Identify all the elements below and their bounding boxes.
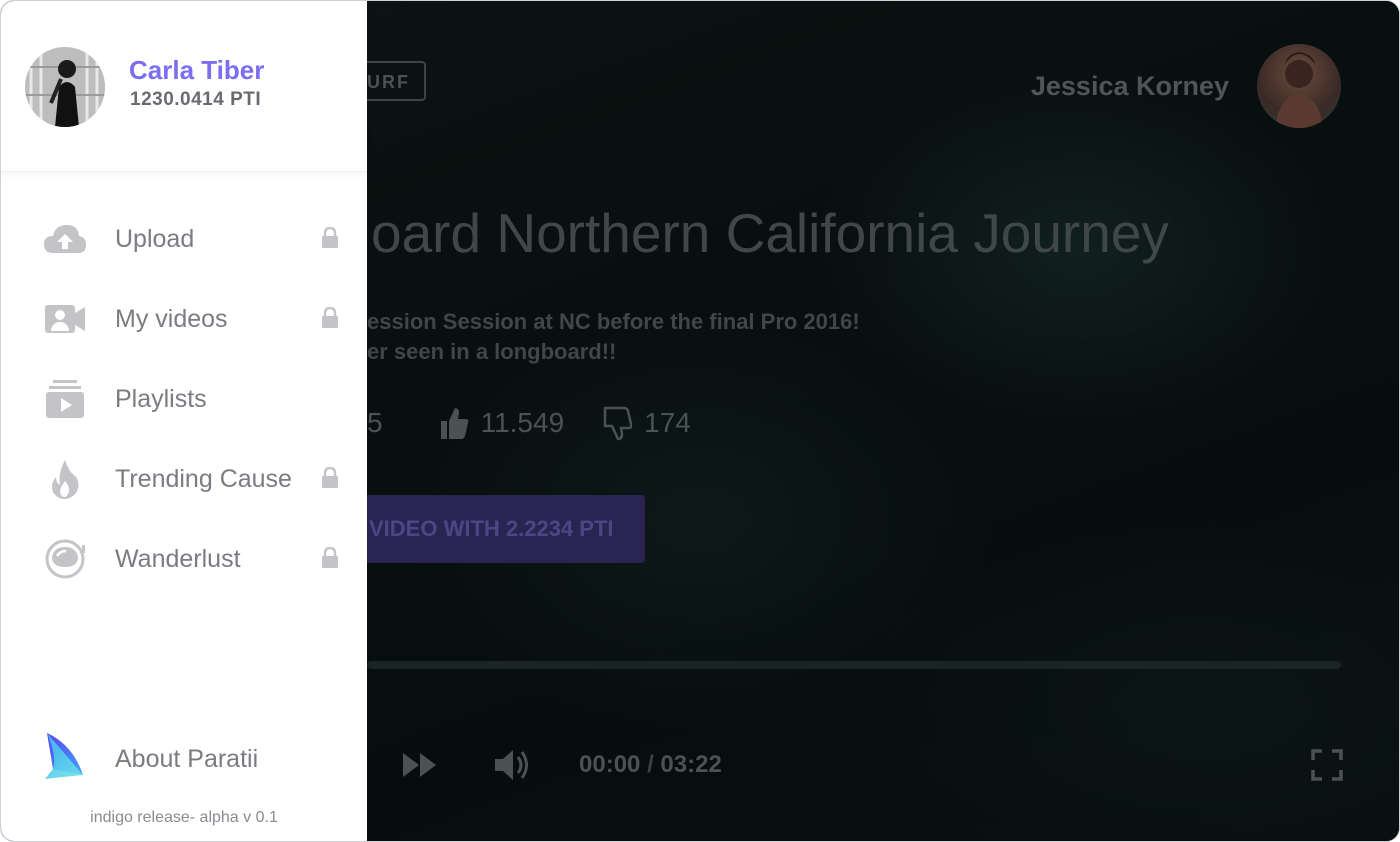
lock-icon bbox=[321, 546, 339, 574]
sidebar-item-label: Upload bbox=[115, 225, 195, 253]
video-description-line-2: er seen in a longboard!! bbox=[367, 339, 617, 364]
app-window: URF Jessica Korney oard Northern Califor… bbox=[0, 0, 1400, 842]
sidebar-item-about[interactable]: About Paratii bbox=[1, 719, 367, 799]
buy-video-button[interactable]: VIDEO WITH 2.2234 PTI bbox=[363, 495, 645, 563]
video-progress-bar[interactable] bbox=[367, 661, 1341, 669]
fullscreen-icon[interactable] bbox=[1311, 749, 1343, 786]
creator-avatar[interactable] bbox=[1257, 44, 1341, 128]
sidebar-menu: Upload My videos Playlists Trending Caus… bbox=[1, 199, 367, 599]
video-camera-icon bbox=[43, 299, 87, 339]
sidebar-item-label: Trending Cause bbox=[115, 465, 292, 493]
time-current: 00:00 bbox=[579, 751, 641, 778]
video-description: ession Session at NC before the final Pr… bbox=[367, 307, 860, 367]
lock-icon bbox=[321, 226, 339, 254]
time-total: 03:22 bbox=[660, 751, 722, 778]
time-separator: / bbox=[647, 751, 654, 778]
fast-forward-icon[interactable] bbox=[401, 751, 439, 784]
flame-icon bbox=[43, 459, 87, 499]
user-name: Carla Tiber bbox=[129, 55, 265, 85]
user-balance: 1230.0414 PTI bbox=[130, 89, 262, 110]
volume-icon[interactable] bbox=[493, 745, 533, 790]
sidebar-item-label: My videos bbox=[115, 305, 228, 333]
likes-stat[interactable]: 11.549 bbox=[439, 406, 565, 440]
lock-icon bbox=[321, 466, 339, 494]
sidebar-item-my-videos[interactable]: My videos bbox=[1, 279, 367, 359]
user-profile[interactable]: Carla Tiber 1230.0414 PTI bbox=[1, 1, 367, 172]
paratii-logo-icon bbox=[43, 731, 85, 786]
player-controls: 00:00 / 03:22 bbox=[367, 741, 1347, 791]
sidebar-item-label: Playlists bbox=[115, 385, 207, 413]
about-label: About Paratii bbox=[115, 745, 259, 773]
video-description-line-1: ession Session at NC before the final Pr… bbox=[367, 309, 860, 334]
thumbs-down-icon bbox=[603, 406, 633, 441]
sidebar-item-wanderlust[interactable]: Wanderlust bbox=[1, 519, 367, 599]
playlist-icon bbox=[43, 379, 87, 419]
video-stats: 5 11.549 174 bbox=[367, 401, 729, 445]
views-stat: 5 bbox=[367, 407, 383, 439]
sidebar-item-upload[interactable]: Upload bbox=[1, 199, 367, 279]
dislikes-stat[interactable]: 174 bbox=[602, 405, 691, 441]
version-label: indigo release- alpha v 0.1 bbox=[90, 809, 278, 826]
cloud-upload-icon bbox=[43, 219, 87, 259]
views-count: 5 bbox=[367, 407, 383, 438]
likes-count: 11.549 bbox=[480, 407, 565, 438]
sidebar-item-label: Wanderlust bbox=[115, 545, 241, 573]
dislikes-count: 174 bbox=[644, 407, 691, 438]
category-tag-label: URF bbox=[367, 72, 410, 92]
video-title: oard Northern California Journey bbox=[371, 202, 1169, 264]
sidebar-item-playlists[interactable]: Playlists bbox=[1, 359, 367, 439]
astronaut-helmet-icon bbox=[43, 539, 87, 579]
sidebar: Carla Tiber 1230.0414 PTI Upload My vide… bbox=[1, 1, 367, 841]
creator-name[interactable]: Jessica Korney bbox=[1031, 71, 1229, 102]
time-display: 00:00 / 03:22 bbox=[579, 751, 722, 779]
thumbs-up-icon bbox=[440, 408, 468, 439]
sidebar-item-trending-cause[interactable]: Trending Cause bbox=[1, 439, 367, 519]
user-avatar[interactable] bbox=[25, 47, 105, 127]
lock-icon bbox=[321, 306, 339, 334]
